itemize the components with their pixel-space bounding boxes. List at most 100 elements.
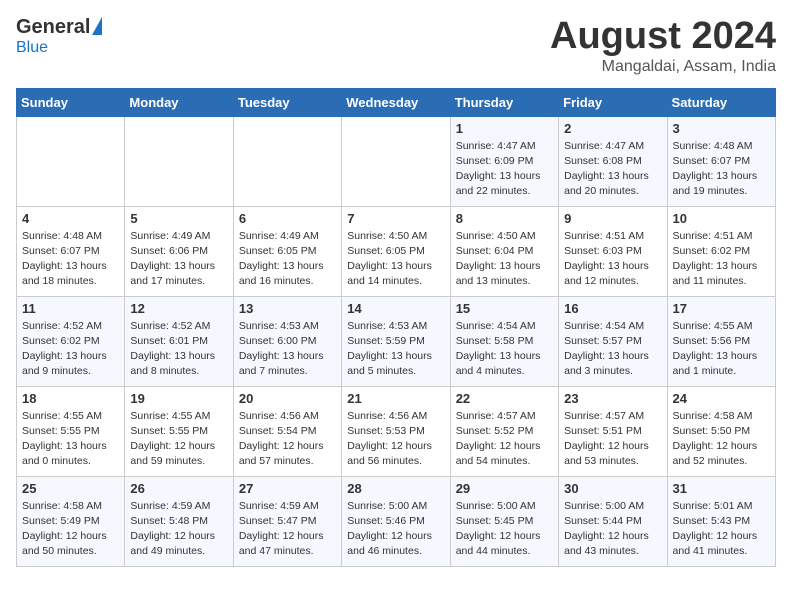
day-number: 1 xyxy=(456,121,553,136)
calendar-cell: 24 Sunrise: 4:58 AMSunset: 5:50 PMDayligh… xyxy=(667,386,775,476)
day-info: Sunrise: 4:47 AMSunset: 6:08 PMDaylight:… xyxy=(564,139,661,200)
title-block: August 2024 Mangaldai, Assam, India xyxy=(550,16,776,76)
day-info: Sunrise: 4:50 AMSunset: 6:05 PMDaylight:… xyxy=(347,229,444,290)
calendar-cell: 27 Sunrise: 4:59 AMSunset: 5:47 PMDayligh… xyxy=(233,476,341,566)
calendar-cell: 18 Sunrise: 4:55 AMSunset: 5:55 PMDayligh… xyxy=(17,386,125,476)
day-info: Sunrise: 5:00 AMSunset: 5:46 PMDaylight:… xyxy=(347,499,444,560)
day-number: 12 xyxy=(130,301,227,316)
calendar-cell: 7 Sunrise: 4:50 AMSunset: 6:05 PMDaylight… xyxy=(342,206,450,296)
day-info: Sunrise: 4:48 AMSunset: 6:07 PMDaylight:… xyxy=(22,229,119,290)
day-info: Sunrise: 4:56 AMSunset: 5:54 PMDaylight:… xyxy=(239,409,336,470)
day-number: 3 xyxy=(673,121,770,136)
day-info: Sunrise: 4:57 AMSunset: 5:51 PMDaylight:… xyxy=(564,409,661,470)
calendar-cell: 26 Sunrise: 4:59 AMSunset: 5:48 PMDayligh… xyxy=(125,476,233,566)
day-number: 19 xyxy=(130,391,227,406)
calendar-cell: 2 Sunrise: 4:47 AMSunset: 6:08 PMDaylight… xyxy=(559,116,667,206)
day-info: Sunrise: 4:48 AMSunset: 6:07 PMDaylight:… xyxy=(673,139,770,200)
calendar-cell: 9Sunrise: 4:51 AMSunset: 6:03 PMDaylight… xyxy=(559,206,667,296)
calendar-cell: 17Sunrise: 4:55 AMSunset: 5:56 PMDayligh… xyxy=(667,296,775,386)
day-info: Sunrise: 4:53 AMSunset: 6:00 PMDaylight:… xyxy=(239,319,336,380)
weekday-header-monday: Monday xyxy=(125,88,233,116)
calendar-cell xyxy=(125,116,233,206)
calendar-cell: 30 Sunrise: 5:00 AMSunset: 5:44 PMDayligh… xyxy=(559,476,667,566)
day-number: 8 xyxy=(456,211,553,226)
calendar-cell: 10Sunrise: 4:51 AMSunset: 6:02 PMDayligh… xyxy=(667,206,775,296)
day-number: 16 xyxy=(564,301,661,316)
day-number: 2 xyxy=(564,121,661,136)
day-number: 14 xyxy=(347,301,444,316)
weekday-header-row: SundayMondayTuesdayWednesdayThursdayFrid… xyxy=(17,88,776,116)
calendar-cell: 20 Sunrise: 4:56 AMSunset: 5:54 PMDayligh… xyxy=(233,386,341,476)
calendar-cell: 21Sunrise: 4:56 AMSunset: 5:53 PMDayligh… xyxy=(342,386,450,476)
calendar-cell: 13Sunrise: 4:53 AMSunset: 6:00 PMDayligh… xyxy=(233,296,341,386)
day-info: Sunrise: 4:59 AMSunset: 5:47 PMDaylight:… xyxy=(239,499,336,560)
page-header: General Blue August 2024 Mangaldai, Assa… xyxy=(16,16,776,76)
logo-general-text: General xyxy=(16,16,90,39)
day-number: 26 xyxy=(130,481,227,496)
day-number: 21 xyxy=(347,391,444,406)
day-number: 24 xyxy=(673,391,770,406)
calendar-cell: 16 Sunrise: 4:54 AMSunset: 5:57 PMDayligh… xyxy=(559,296,667,386)
day-info: Sunrise: 5:00 AMSunset: 5:44 PMDaylight:… xyxy=(564,499,661,560)
calendar-cell: 22 Sunrise: 4:57 AMSunset: 5:52 PMDayligh… xyxy=(450,386,558,476)
day-number: 30 xyxy=(564,481,661,496)
calendar-cell: 23 Sunrise: 4:57 AMSunset: 5:51 PMDayligh… xyxy=(559,386,667,476)
weekday-header-friday: Friday xyxy=(559,88,667,116)
calendar-week-row: 18 Sunrise: 4:55 AMSunset: 5:55 PMDayligh… xyxy=(17,386,776,476)
day-number: 5 xyxy=(130,211,227,226)
day-info: Sunrise: 4:49 AMSunset: 6:06 PMDaylight:… xyxy=(130,229,227,290)
calendar-cell: 11 Sunrise: 4:52 AMSunset: 6:02 PMDayligh… xyxy=(17,296,125,386)
calendar-cell: 29Sunrise: 5:00 AMSunset: 5:45 PMDayligh… xyxy=(450,476,558,566)
day-number: 20 xyxy=(239,391,336,406)
month-title: August 2024 xyxy=(550,16,776,58)
calendar-cell: 5 Sunrise: 4:49 AMSunset: 6:06 PMDaylight… xyxy=(125,206,233,296)
weekday-header-sunday: Sunday xyxy=(17,88,125,116)
day-info: Sunrise: 5:01 AMSunset: 5:43 PMDaylight:… xyxy=(673,499,770,560)
calendar-cell: 31 Sunrise: 5:01 AMSunset: 5:43 PMDayligh… xyxy=(667,476,775,566)
calendar-cell: 6 Sunrise: 4:49 AMSunset: 6:05 PMDaylight… xyxy=(233,206,341,296)
weekday-header-tuesday: Tuesday xyxy=(233,88,341,116)
calendar-cell: 14 Sunrise: 4:53 AMSunset: 5:59 PMDayligh… xyxy=(342,296,450,386)
day-number: 23 xyxy=(564,391,661,406)
day-info: Sunrise: 4:55 AMSunset: 5:55 PMDaylight:… xyxy=(22,409,119,470)
day-info: Sunrise: 4:58 AMSunset: 5:49 PMDaylight:… xyxy=(22,499,119,560)
day-info: Sunrise: 4:47 AMSunset: 6:09 PMDaylight:… xyxy=(456,139,553,200)
day-info: Sunrise: 4:53 AMSunset: 5:59 PMDaylight:… xyxy=(347,319,444,380)
calendar-week-row: 1 Sunrise: 4:47 AMSunset: 6:09 PMDaylight… xyxy=(17,116,776,206)
day-number: 9 xyxy=(564,211,661,226)
day-number: 11 xyxy=(22,301,119,316)
calendar-week-row: 25Sunrise: 4:58 AMSunset: 5:49 PMDayligh… xyxy=(17,476,776,566)
day-info: Sunrise: 4:58 AMSunset: 5:50 PMDaylight:… xyxy=(673,409,770,470)
day-info: Sunrise: 4:57 AMSunset: 5:52 PMDaylight:… xyxy=(456,409,553,470)
calendar-cell: 3 Sunrise: 4:48 AMSunset: 6:07 PMDaylight… xyxy=(667,116,775,206)
day-info: Sunrise: 4:54 AMSunset: 5:57 PMDaylight:… xyxy=(564,319,661,380)
calendar-cell xyxy=(342,116,450,206)
day-info: Sunrise: 4:59 AMSunset: 5:48 PMDaylight:… xyxy=(130,499,227,560)
day-info: Sunrise: 4:49 AMSunset: 6:05 PMDaylight:… xyxy=(239,229,336,290)
calendar-week-row: 4 Sunrise: 4:48 AMSunset: 6:07 PMDaylight… xyxy=(17,206,776,296)
day-number: 28 xyxy=(347,481,444,496)
day-info: Sunrise: 4:52 AMSunset: 6:01 PMDaylight:… xyxy=(130,319,227,380)
day-number: 18 xyxy=(22,391,119,406)
day-number: 10 xyxy=(673,211,770,226)
day-number: 22 xyxy=(456,391,553,406)
calendar-cell: 12 Sunrise: 4:52 AMSunset: 6:01 PMDayligh… xyxy=(125,296,233,386)
day-number: 7 xyxy=(347,211,444,226)
weekday-header-wednesday: Wednesday xyxy=(342,88,450,116)
day-info: Sunrise: 4:52 AMSunset: 6:02 PMDaylight:… xyxy=(22,319,119,380)
weekday-header-thursday: Thursday xyxy=(450,88,558,116)
day-number: 27 xyxy=(239,481,336,496)
logo-triangle-icon xyxy=(92,17,102,35)
day-number: 15 xyxy=(456,301,553,316)
day-number: 6 xyxy=(239,211,336,226)
calendar-cell: 1 Sunrise: 4:47 AMSunset: 6:09 PMDaylight… xyxy=(450,116,558,206)
day-number: 31 xyxy=(673,481,770,496)
calendar-table: SundayMondayTuesdayWednesdayThursdayFrid… xyxy=(16,88,776,567)
calendar-cell xyxy=(17,116,125,206)
day-info: Sunrise: 4:50 AMSunset: 6:04 PMDaylight:… xyxy=(456,229,553,290)
day-number: 17 xyxy=(673,301,770,316)
day-number: 29 xyxy=(456,481,553,496)
day-info: Sunrise: 4:54 AMSunset: 5:58 PMDaylight:… xyxy=(456,319,553,380)
day-number: 4 xyxy=(22,211,119,226)
logo: General Blue xyxy=(16,16,102,57)
